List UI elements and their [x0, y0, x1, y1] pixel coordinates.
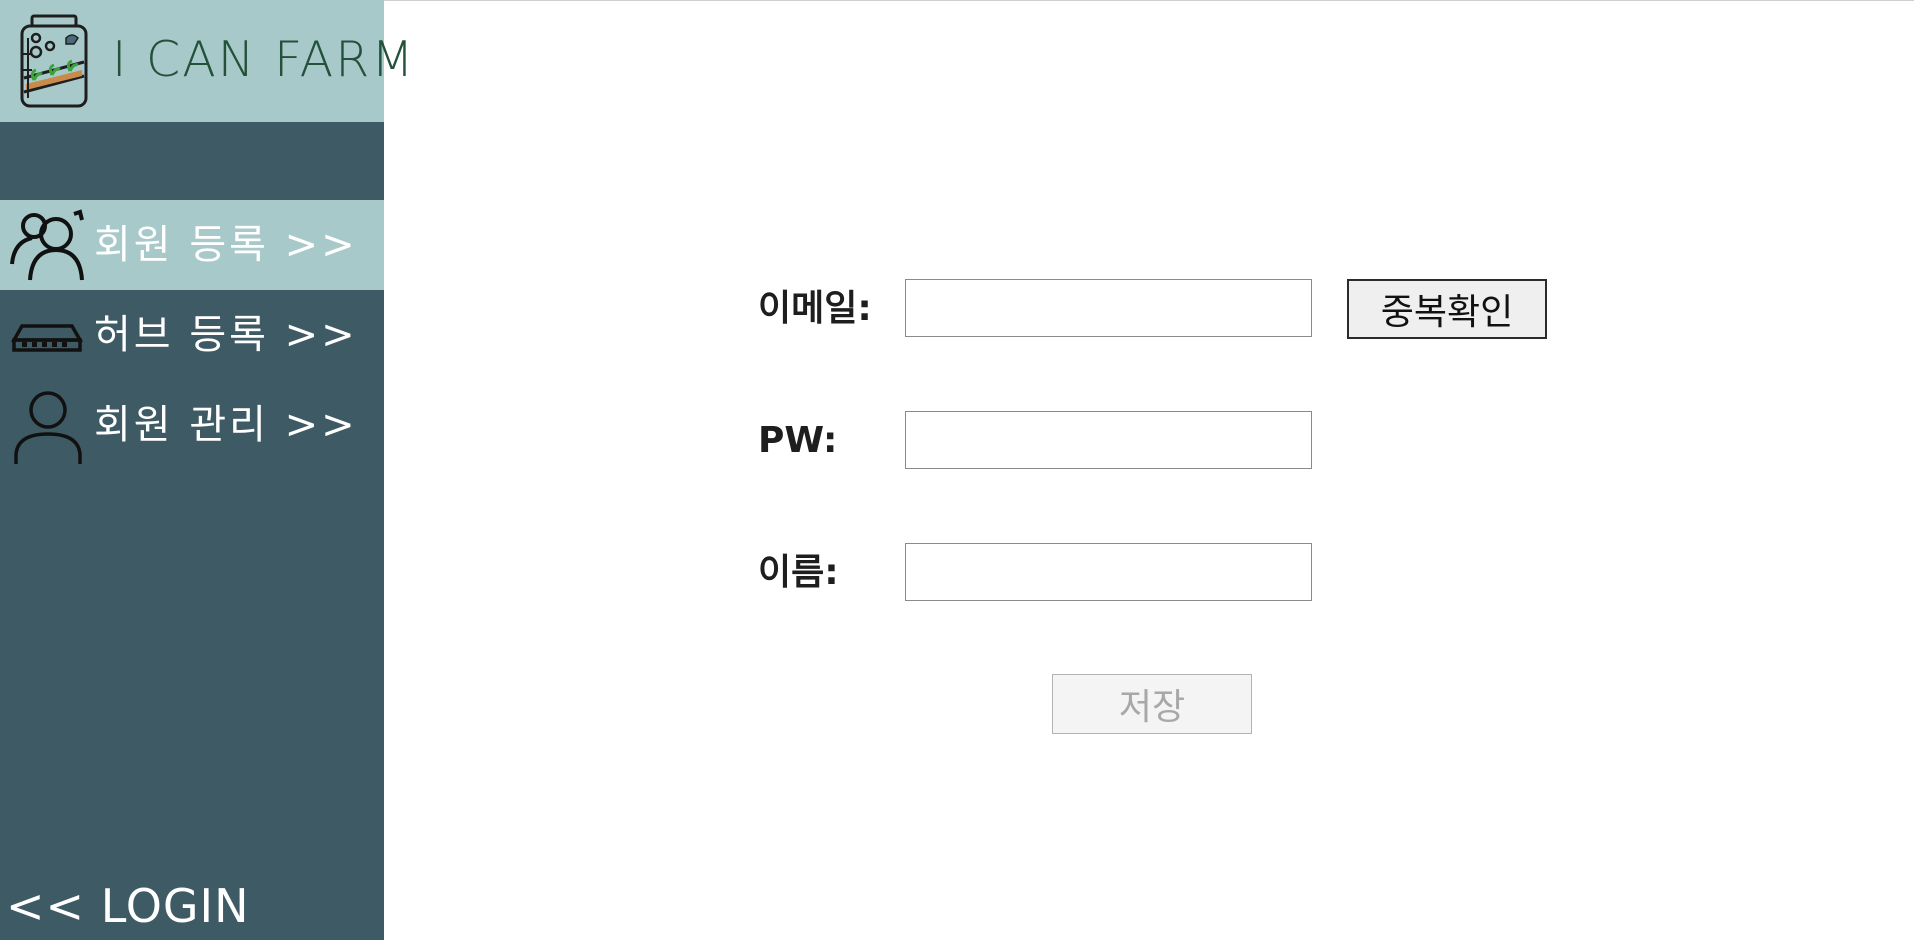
pw-label: PW: [758, 420, 838, 461]
sidebar: I CAN FARM 회원 등록 >> 허브 등록 >> 회원 관리 >> <<… [0, 0, 414, 940]
password-field[interactable] [905, 411, 1312, 469]
save-button[interactable]: 저장 [1052, 674, 1252, 734]
user-icon [14, 391, 82, 464]
sidebar-item-label: 허브 등록 >> [94, 312, 358, 358]
email-field[interactable] [905, 279, 1312, 337]
name-field[interactable] [905, 543, 1312, 601]
sidebar-item-label: 회원 관리 >> [94, 402, 358, 448]
app-logo-text: I CAN FARM [112, 31, 416, 88]
users-icon [10, 209, 84, 281]
logo-banner: I CAN FARM [0, 0, 414, 122]
sidebar-item-label: 회원 등록 >> [94, 222, 358, 268]
email-label: 이메일: [758, 288, 872, 329]
top-border [384, 0, 1914, 1]
sidebar-item-hub-register[interactable]: 허브 등록 >> [0, 290, 384, 380]
sidebar-item-member-manage[interactable]: 회원 관리 >> [0, 380, 384, 470]
jar-logo-icon [20, 14, 88, 108]
sidebar-item-member-register[interactable]: 회원 등록 >> [0, 200, 384, 290]
hub-icon [10, 324, 84, 352]
name-label: 이름: [758, 552, 839, 593]
login-link[interactable]: << LOGIN [6, 878, 250, 934]
duplicate-check-button[interactable]: 중복확인 [1347, 279, 1547, 339]
